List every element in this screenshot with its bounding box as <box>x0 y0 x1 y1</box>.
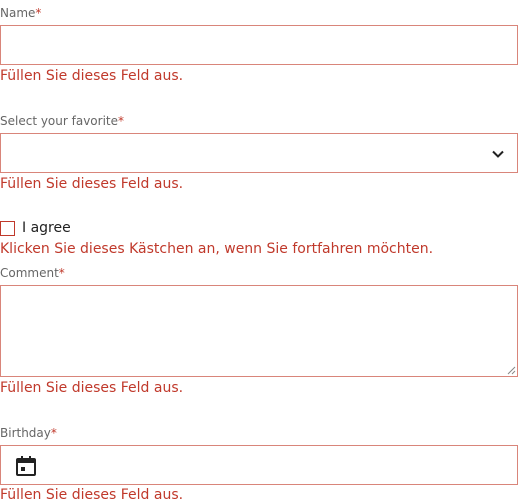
calendar-icon[interactable] <box>15 455 37 477</box>
comment-label-text: Comment <box>0 266 59 280</box>
required-mark: * <box>35 6 42 20</box>
favorite-label: Select your favorite* <box>0 114 124 128</box>
chevron-down-icon[interactable] <box>491 147 505 161</box>
comment-label: Comment* <box>0 266 65 280</box>
agree-error: Klicken Sie dieses Kästchen an, wenn Sie… <box>0 241 434 257</box>
required-mark: * <box>118 114 125 128</box>
agree-checkbox[interactable] <box>0 221 15 236</box>
required-mark: * <box>50 426 57 440</box>
comment-error: Füllen Sie dieses Feld aus. <box>0 380 184 396</box>
birthday-input[interactable] <box>0 445 518 485</box>
favorite-label-text: Select your favorite <box>0 114 119 128</box>
favorite-error: Füllen Sie dieses Feld aus. <box>0 176 184 192</box>
name-label: Name* <box>0 6 41 20</box>
birthday-label-text: Birthday <box>0 426 51 440</box>
comment-textarea[interactable] <box>0 285 518 377</box>
birthday-error: Füllen Sie dieses Feld aus. <box>0 487 184 503</box>
name-label-text: Name <box>0 6 36 20</box>
agree-label[interactable]: I agree <box>22 219 71 237</box>
resize-handle-icon[interactable] <box>506 365 516 375</box>
favorite-select[interactable] <box>0 133 518 173</box>
name-error: Füllen Sie dieses Feld aus. <box>0 68 184 84</box>
name-input[interactable] <box>0 25 518 65</box>
birthday-label: Birthday* <box>0 426 57 440</box>
required-mark: * <box>58 266 65 280</box>
